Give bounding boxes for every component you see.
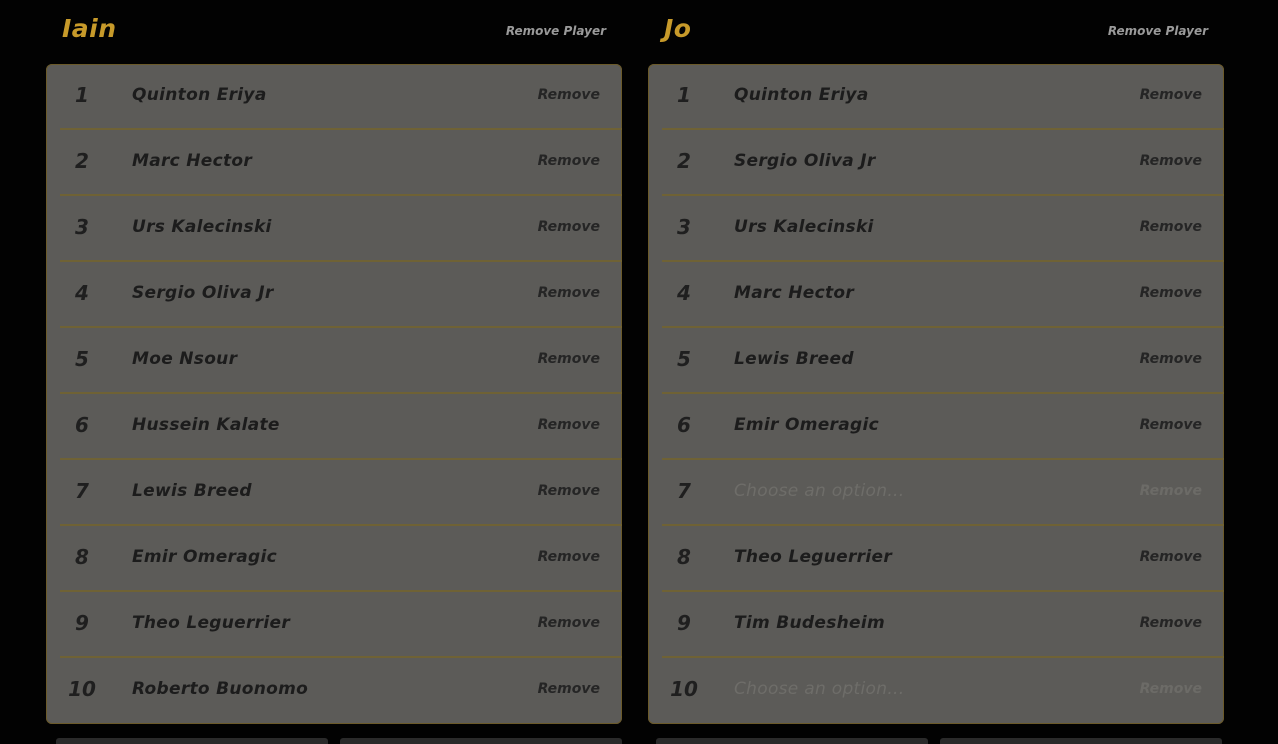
remove-button[interactable]: Remove [538,483,600,499]
ranking-row: 6 Hussein Kalate Remove [46,394,622,460]
remove-button[interactable]: Remove [1140,87,1202,103]
remove-player-button[interactable]: Remove Player [506,24,606,38]
rank-number: 2 [677,149,691,173]
player-header: Jo Remove Player [648,0,1224,64]
rank-number: 7 [75,479,89,503]
rank-number: 5 [677,347,691,371]
player-pick-select[interactable]: Roberto Buonomo [132,679,308,699]
rank-number: 10 [670,677,698,701]
ranking-row: 4 Marc Hector Remove [648,262,1224,328]
ranking-row: 9 Theo Leguerrier Remove [46,592,622,658]
choose-option-select[interactable]: Choose an option... [734,481,904,501]
ranking-row: 2 Marc Hector Remove [46,130,622,196]
ranking-row: 7 Lewis Breed Remove [46,460,622,526]
player-pick-select[interactable]: Marc Hector [734,283,854,303]
player-pick-select[interactable]: Lewis Breed [734,349,854,369]
rank-number: 3 [677,215,691,239]
player-pick-select[interactable]: Theo Leguerrier [734,547,892,567]
ranking-row: 8 Emir Omeragic Remove [46,526,622,592]
remove-button[interactable]: Remove [538,351,600,367]
player-pick-select[interactable]: Hussein Kalate [132,415,280,435]
ranking-list: 1 Quinton Eriya Remove 2 Sergio Oliva Jr Remo… [648,64,1224,724]
rank-number: 1 [75,83,89,107]
remove-button[interactable]: Remove [1140,417,1202,433]
player-header: Iain Remove Player [46,0,622,64]
player-pick-select[interactable]: Sergio Oliva Jr [132,283,274,303]
player-pick-select[interactable]: Emir Omeragic [734,415,879,435]
rank-number: 1 [677,83,691,107]
rank-number: 6 [75,413,89,437]
player-pick-select[interactable]: Theo Leguerrier [132,613,290,633]
remove-button[interactable]: Remove [1140,219,1202,235]
remove-player-button[interactable]: Remove Player [1108,24,1208,38]
remove-button[interactable]: Remove [1140,681,1202,697]
player-column-iain: Iain Remove Player 1 Quinton Eriya Remove 2… [46,0,622,724]
rank-number: 9 [75,611,89,635]
player-pick-select[interactable]: Urs Kalecinski [132,217,272,237]
rank-number: 7 [677,479,691,503]
rank-number: 9 [677,611,691,635]
rank-number: 10 [68,677,96,701]
partial-row-edge [940,738,1222,744]
player-pick-select[interactable]: Tim Budesheim [734,613,885,633]
remove-button[interactable]: Remove [538,153,600,169]
player-pick-select[interactable]: Moe Nsour [132,349,237,369]
player-pick-select[interactable]: Lewis Breed [132,481,252,501]
remove-button[interactable]: Remove [538,219,600,235]
rank-number: 2 [75,149,89,173]
player-pick-select[interactable]: Quinton Eriya [132,85,267,105]
ranking-row: 5 Moe Nsour Remove [46,328,622,394]
player-pick-select[interactable]: Marc Hector [132,151,252,171]
ranking-row: 1 Quinton Eriya Remove [648,64,1224,130]
ranking-row: 10 Choose an option... Remove [648,658,1224,724]
remove-button[interactable]: Remove [538,285,600,301]
remove-button[interactable]: Remove [538,417,600,433]
ranking-row: 3 Urs Kalecinski Remove [46,196,622,262]
ranking-row: 2 Sergio Oliva Jr Remove [648,130,1224,196]
remove-button[interactable]: Remove [1140,153,1202,169]
remove-button[interactable]: Remove [538,615,600,631]
rank-number: 4 [677,281,691,305]
ranking-row: 8 Theo Leguerrier Remove [648,526,1224,592]
remove-button[interactable]: Remove [1140,483,1202,499]
ranking-row: 6 Emir Omeragic Remove [648,394,1224,460]
player-column-jo: Jo Remove Player 1 Quinton Eriya Remove 2 Se… [648,0,1224,724]
remove-button[interactable]: Remove [538,87,600,103]
rank-number: 3 [75,215,89,239]
player-pick-select[interactable]: Emir Omeragic [132,547,277,567]
player-pick-select[interactable]: Urs Kalecinski [734,217,874,237]
partial-row-edge [656,738,928,744]
ranking-row: 1 Quinton Eriya Remove [46,64,622,130]
ranking-board: Iain Remove Player 1 Quinton Eriya Remove 2… [0,0,1278,744]
partial-row-edge [340,738,622,744]
player-name: Jo [664,14,692,43]
rank-number: 6 [677,413,691,437]
rank-number: 8 [75,545,89,569]
remove-button[interactable]: Remove [1140,351,1202,367]
ranking-row: 5 Lewis Breed Remove [648,328,1224,394]
player-name: Iain [62,14,117,43]
remove-button[interactable]: Remove [1140,285,1202,301]
remove-button[interactable]: Remove [1140,615,1202,631]
ranking-list: 1 Quinton Eriya Remove 2 Marc Hector Remove 3 U… [46,64,622,724]
rank-number: 8 [677,545,691,569]
ranking-row: 4 Sergio Oliva Jr Remove [46,262,622,328]
remove-button[interactable]: Remove [538,549,600,565]
player-pick-select[interactable]: Sergio Oliva Jr [734,151,876,171]
player-pick-select[interactable]: Quinton Eriya [734,85,869,105]
remove-button[interactable]: Remove [1140,549,1202,565]
partial-row-edge [56,738,328,744]
choose-option-select[interactable]: Choose an option... [734,679,904,699]
ranking-row: 10 Roberto Buonomo Remove [46,658,622,724]
ranking-row: 9 Tim Budesheim Remove [648,592,1224,658]
ranking-row: 3 Urs Kalecinski Remove [648,196,1224,262]
rank-number: 4 [75,281,89,305]
ranking-row: 7 Choose an option... Remove [648,460,1224,526]
remove-button[interactable]: Remove [538,681,600,697]
rank-number: 5 [75,347,89,371]
